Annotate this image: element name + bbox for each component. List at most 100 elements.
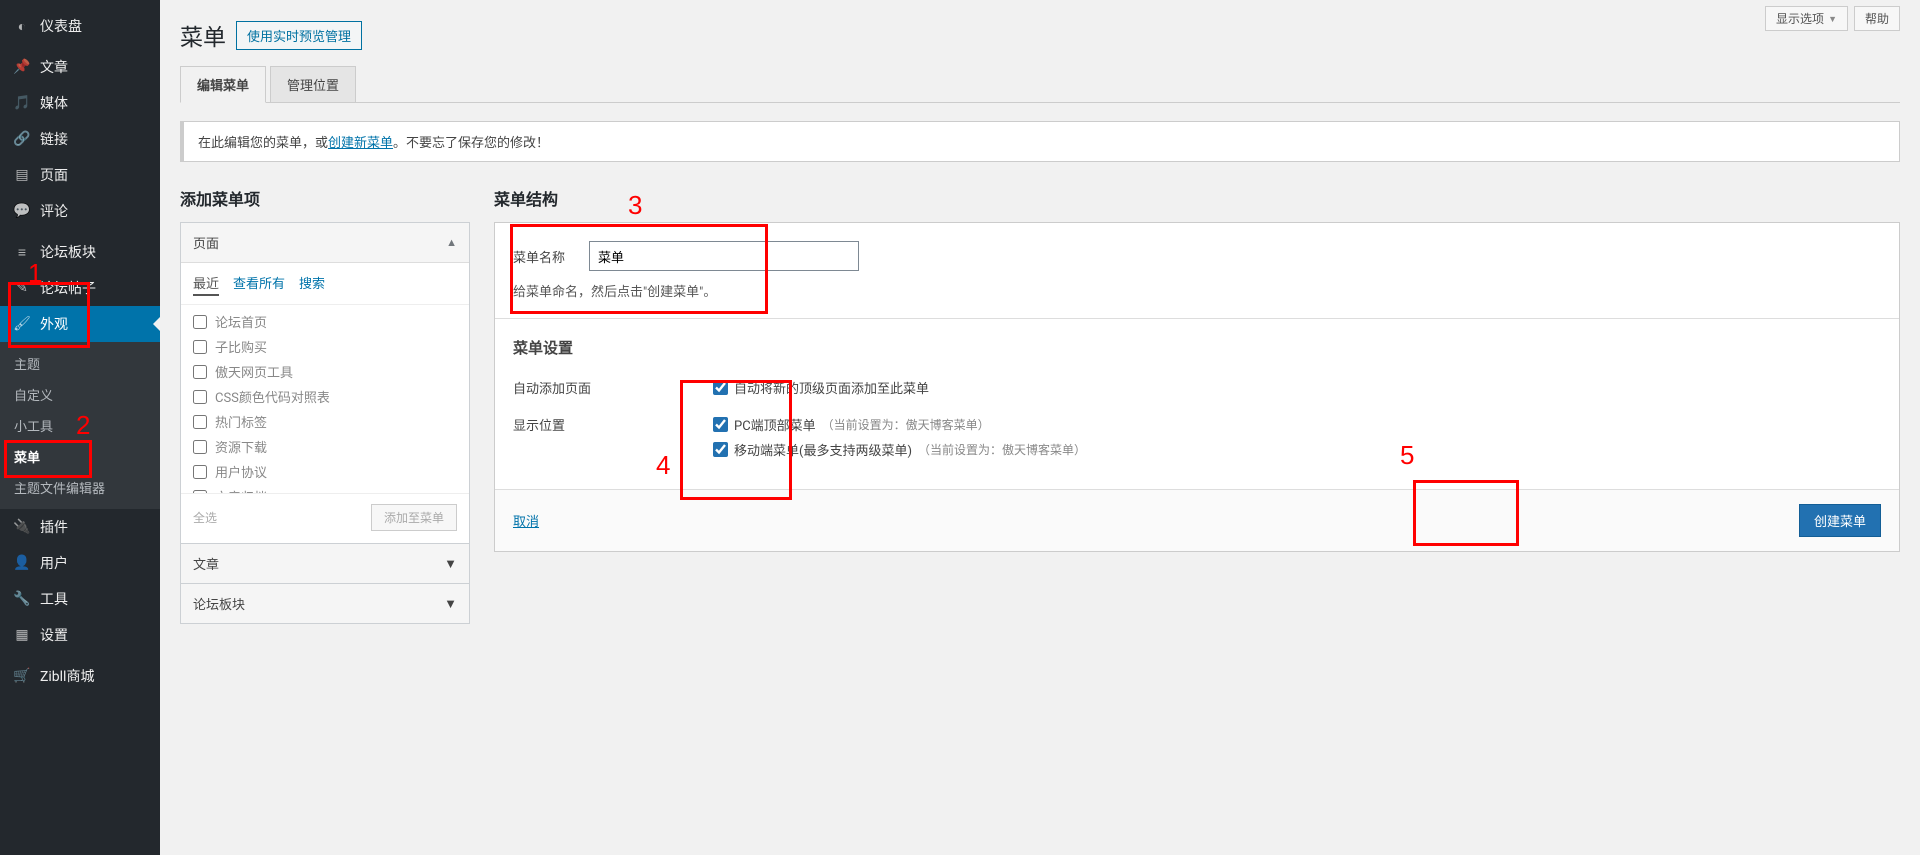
screen-options-label: 显示选项 [1776,10,1824,27]
location-mobile-checkbox[interactable] [713,442,728,457]
page-item[interactable]: 论坛首页 [193,309,457,334]
link-icon: 🔗 [12,131,32,147]
page-checkbox[interactable] [193,415,207,429]
location-pc-checkbox[interactable] [713,417,728,432]
cart-icon: 🛒 [12,668,32,684]
sidebar-label: 论坛板块 [40,242,96,262]
sidebar-label: 评论 [40,201,68,221]
add-to-menu-button[interactable]: 添加至菜单 [371,504,457,531]
page-checkbox[interactable] [193,390,207,404]
page-item[interactable]: 子比购买 [193,334,457,359]
sidebar-label: 媒体 [40,93,68,113]
tab-manage-locations[interactable]: 管理位置 [270,66,356,103]
pages-panel-title: 页面 [193,233,219,252]
location-pc-option[interactable]: PC端顶部菜单 （当前设置为：傲天博客菜单） [713,415,1086,434]
sidebar-item-zibll-shop[interactable]: 🛒 Zibll商城 [0,658,160,694]
annotation-num-4: 4 [656,450,670,481]
location-mobile-option[interactable]: 移动端菜单(最多支持两级菜单) （当前设置为：傲天博客菜单） [713,440,1086,459]
auto-add-option[interactable]: 自动将新的顶级页面添加至此菜单 [713,378,929,397]
sub-item-themes[interactable]: 主题 [0,348,160,379]
page-checkbox[interactable] [193,440,207,454]
sidebar-item-appearance[interactable]: 🖌 外观 [0,306,160,342]
forum-panel-header[interactable]: 论坛板块 ▼ [180,584,470,624]
pages-list[interactable]: 论坛首页 子比购买 傲天网页工具 CSS颜色代码对照表 热门标签 资源下载 用户… [181,304,469,494]
location-pc-current: （当前设置为：傲天博客菜单） [822,416,990,433]
select-all-link[interactable]: 全选 [193,509,217,526]
sidebar-item-settings[interactable]: ▦ 设置 [0,617,160,653]
page-item[interactable]: 文章归档 [193,484,457,494]
info-notice: 在此编辑您的菜单，或创建新菜单。不要忘了保存您的修改！ [180,121,1900,162]
comment-icon: 💬 [12,203,32,219]
sidebar-item-posts[interactable]: 📌 文章 [0,49,160,85]
page-item[interactable]: 热门标签 [193,409,457,434]
sidebar-label: 插件 [40,517,68,537]
page-item[interactable]: 资源下载 [193,434,457,459]
pages-panel-header[interactable]: 页面 ▲ [181,223,469,263]
page-checkbox[interactable] [193,340,207,354]
sidebar-item-tools[interactable]: 🔧 工具 [0,581,160,617]
create-menu-button[interactable]: 创建菜单 [1799,504,1881,537]
create-new-menu-link[interactable]: 创建新菜单 [328,136,393,151]
chevron-down-icon: ▼ [1828,14,1837,24]
page-item[interactable]: 傲天网页工具 [193,359,457,384]
sidebar-item-users[interactable]: 👤 用户 [0,545,160,581]
chevron-up-icon: ▲ [446,236,457,249]
main-content: 显示选项 ▼ 帮助 菜单 使用实时预览管理 编辑菜单 管理位置 在此编辑您的菜单… [160,0,1920,855]
page-item-label: 资源下载 [215,437,267,456]
inner-tab-search[interactable]: 搜索 [299,273,325,296]
location-mobile-text: 移动端菜单(最多支持两级菜单) [734,440,912,459]
sub-item-theme-editor[interactable]: 主题文件编辑器 [0,472,160,503]
annotation-num-3: 3 [628,190,642,221]
menu-name-label: 菜单名称 [513,247,573,266]
sub-item-customize[interactable]: 自定义 [0,379,160,410]
inner-tab-viewall[interactable]: 查看所有 [233,273,285,296]
sidebar-label: 文章 [40,57,68,77]
sidebar-label: 用户 [40,553,68,573]
posts-panel-header[interactable]: 文章 ▼ [180,544,470,584]
screen-options-button[interactable]: 显示选项 ▼ [1765,6,1848,31]
live-preview-button[interactable]: 使用实时预览管理 [236,21,362,50]
sidebar-item-forum-posts[interactable]: ✎ 论坛帖子 [0,270,160,306]
page-item-label: CSS颜色代码对照表 [215,387,330,406]
sidebar-label: 页面 [40,165,68,185]
sidebar-item-comments[interactable]: 💬 评论 [0,193,160,229]
menu-tabs: 编辑菜单 管理位置 [180,66,1900,103]
sidebar-label: Zibll商城 [40,666,94,686]
sidebar-item-dashboard[interactable]: ◐ 仪表盘 [0,8,160,44]
tool-icon: 🔧 [12,591,32,607]
page-checkbox[interactable] [193,365,207,379]
page-item[interactable]: 用户协议 [193,459,457,484]
sidebar-label: 链接 [40,129,68,149]
sidebar-label: 仪表盘 [40,16,82,36]
menu-name-hint: 给菜单命名，然后点击"创建菜单"。 [513,281,1881,300]
location-pc-text: PC端顶部菜单 [734,415,816,434]
brush-icon: 🖌 [12,316,32,332]
pages-panel: 页面 ▲ 最近 查看所有 搜索 论坛首页 子比购买 傲天网页工具 [180,222,470,544]
cancel-link[interactable]: 取消 [513,511,539,530]
tab-edit-menu[interactable]: 编辑菜单 [180,66,266,103]
sidebar-item-media[interactable]: 🎵 媒体 [0,85,160,121]
page-item[interactable]: CSS颜色代码对照表 [193,384,457,409]
sidebar-label: 论坛帖子 [40,278,96,298]
media-icon: 🎵 [12,95,32,111]
page-title: 菜单 [180,18,226,52]
pin-icon: 📌 [12,59,32,75]
sub-item-menus[interactable]: 菜单 [0,441,160,472]
sidebar-item-pages[interactable]: ▤ 页面 [0,157,160,193]
help-button[interactable]: 帮助 [1854,6,1900,31]
page-item-label: 子比购买 [215,337,267,356]
menu-name-input[interactable] [589,241,859,271]
page-icon: ▤ [12,167,32,183]
location-mobile-current: （当前设置为：傲天博客菜单） [918,441,1086,458]
page-checkbox[interactable] [193,315,207,329]
page-item-label: 傲天网页工具 [215,362,293,381]
sidebar-item-forum-blocks[interactable]: ≡ 论坛板块 [0,234,160,270]
sidebar-item-plugins[interactable]: 🔌 插件 [0,509,160,545]
inner-tab-recent[interactable]: 最近 [193,273,219,296]
sidebar-item-links[interactable]: 🔗 链接 [0,121,160,157]
notice-text-before: 在此编辑您的菜单，或 [198,136,328,151]
page-checkbox[interactable] [193,465,207,479]
menu-editor: 菜单名称 给菜单命名，然后点击"创建菜单"。 菜单设置 自动添加页面 [494,222,1900,552]
chevron-down-icon: ▼ [444,596,457,612]
auto-add-checkbox[interactable] [713,380,728,395]
